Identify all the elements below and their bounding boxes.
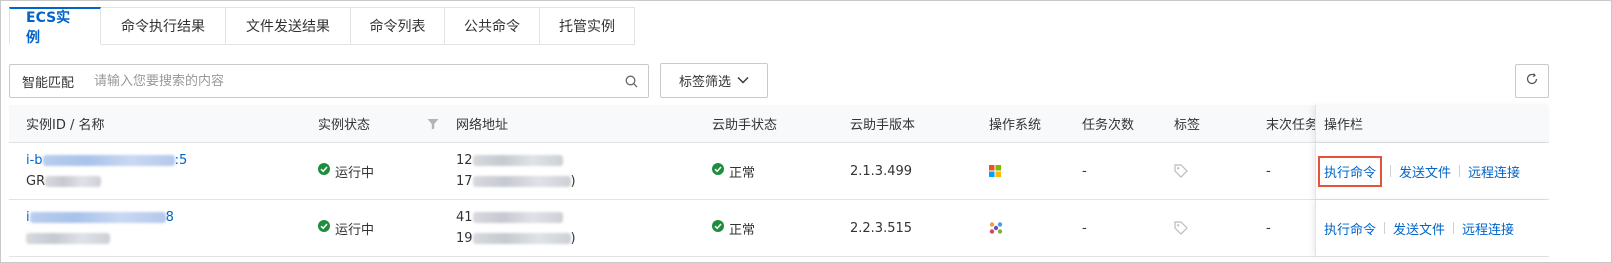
col-tags: 标签 [1174,118,1201,133]
network-cell: 12 17) [456,143,576,199]
network-cell: 41 19) [456,200,576,256]
instance-id-link[interactable]: i8 [26,210,174,225]
remote-connect-link[interactable]: 远程连接 [1462,219,1514,238]
table-header: 实例ID / 名称 实例状态 网络地址 云助手状态 云助手版本 操作系统 任务次… [9,105,1549,143]
check-circle-icon [712,220,724,236]
ip-private-prefix: 19 [456,231,473,246]
ip-public-prefix: 41 [456,210,473,225]
last-task: - [1266,220,1271,236]
actions-cell: 执行命令 发送文件 远程连接 [1315,200,1549,256]
tag-icon[interactable] [1174,143,1188,199]
send-file-link[interactable]: 发送文件 [1393,219,1445,238]
action-divider [1453,222,1455,234]
console-frame: ECS实例 命令执行结果 文件发送结果 命令列表 公共命令 托管实例 智能匹配 … [0,0,1612,263]
filter-icon[interactable] [427,105,439,142]
windows-icon [989,143,1001,199]
instance-id-name-cell: i-b :5 GR [26,143,187,199]
col-task-count: 任务次数 [1082,118,1135,133]
tab-ecs-instances[interactable]: ECS实例 [9,7,101,46]
assistant-status-text: 正常 [729,165,756,181]
refresh-icon [1525,72,1539,90]
task-count: - [1082,220,1087,236]
linux-distro-icon [989,200,1003,256]
search-box: 智能匹配 [9,64,649,98]
tab-bar: ECS实例 命令执行结果 文件发送结果 命令列表 公共命令 托管实例 [9,7,635,46]
table-row: i8 运行中 41 19) 正常 2.2.3.515 - - 执行命令 发送文件… [9,200,1549,257]
action-divider [1459,165,1461,177]
tab-command-results[interactable]: 命令执行结果 [101,7,226,45]
status-text: 运行中 [335,222,375,238]
instance-name-prefix: GR [26,174,46,189]
redacted-ip [472,233,571,244]
ip-public-prefix: 12 [456,153,473,168]
redacted-name [45,176,102,187]
tag-icon[interactable] [1174,200,1188,256]
tab-managed-instances[interactable]: 托管实例 [540,7,635,45]
col-assistant-status: 云助手状态 [712,118,778,133]
table-row: i-b :5 GR 运行中 12 17) 正常 2.1.3.499 - - 执行… [9,143,1549,200]
search-input[interactable] [94,66,614,96]
redacted-name [26,233,110,244]
remote-connect-link[interactable]: 远程连接 [1468,162,1520,181]
tab-public-commands[interactable]: 公共命令 [445,7,540,45]
status-cell: 运行中 [318,143,374,199]
col-network: 网络地址 [456,118,509,133]
col-id-name: 实例ID / 名称 [26,118,105,133]
tag-filter-label: 标签筛选 [678,75,731,90]
instance-name [26,231,174,246]
chevron-down-icon [737,73,749,88]
tag-filter-dropdown[interactable]: 标签筛选 [660,63,768,98]
search-icon[interactable] [614,65,648,97]
ip-private-suffix: ) [570,231,576,246]
refresh-button[interactable] [1515,64,1549,98]
assistant-status-cell: 正常 [712,143,755,199]
col-assistant-version: 云助手版本 [850,118,916,133]
actions-cell: 执行命令 发送文件 远程连接 [1315,143,1549,199]
check-circle-icon [318,220,330,236]
col-actions-sticky: 操作栏 [1315,105,1549,142]
assistant-version: 2.1.3.499 [850,163,913,179]
col-os: 操作系统 [989,118,1042,133]
task-count: - [1082,163,1087,179]
check-circle-icon [712,163,724,179]
last-task: - [1266,163,1271,179]
assistant-status-text: 正常 [729,222,756,238]
status-text: 运行中 [335,165,375,181]
tab-command-list[interactable]: 命令列表 [351,7,445,45]
assistant-status-cell: 正常 [712,200,755,256]
redacted-id [42,155,175,166]
search-mode-label[interactable]: 智能匹配 [10,72,94,91]
action-divider [1390,165,1392,177]
instance-name: GR [26,174,187,189]
redacted-ip [472,176,571,187]
col-last-task: 末次任务 [1266,118,1315,133]
col-actions: 操作栏 [1324,118,1364,133]
action-divider [1384,222,1386,234]
ip-private-suffix: ) [570,174,576,189]
instance-id-suffix: :5 [174,153,188,168]
send-file-link[interactable]: 发送文件 [1399,162,1451,181]
redacted-ip [472,155,563,166]
status-cell: 运行中 [318,200,374,256]
tab-file-send-results[interactable]: 文件发送结果 [226,7,351,45]
assistant-version: 2.2.3.515 [850,220,913,236]
instance-id-suffix: 8 [165,210,174,225]
ip-private-prefix: 17 [456,174,473,189]
redacted-id [29,212,166,223]
check-circle-icon [318,163,330,179]
col-status: 实例状态 [318,118,371,133]
instance-id-name-cell: i8 [26,200,174,256]
instance-id-prefix: i-b [26,153,43,168]
redacted-ip [472,212,563,223]
instance-id-link[interactable]: i-b :5 [26,153,187,168]
run-command-link[interactable]: 执行命令 [1318,155,1383,187]
run-command-link[interactable]: 执行命令 [1324,219,1376,238]
instance-table: 实例ID / 名称 实例状态 网络地址 云助手状态 云助手版本 操作系统 任务次… [9,105,1549,257]
